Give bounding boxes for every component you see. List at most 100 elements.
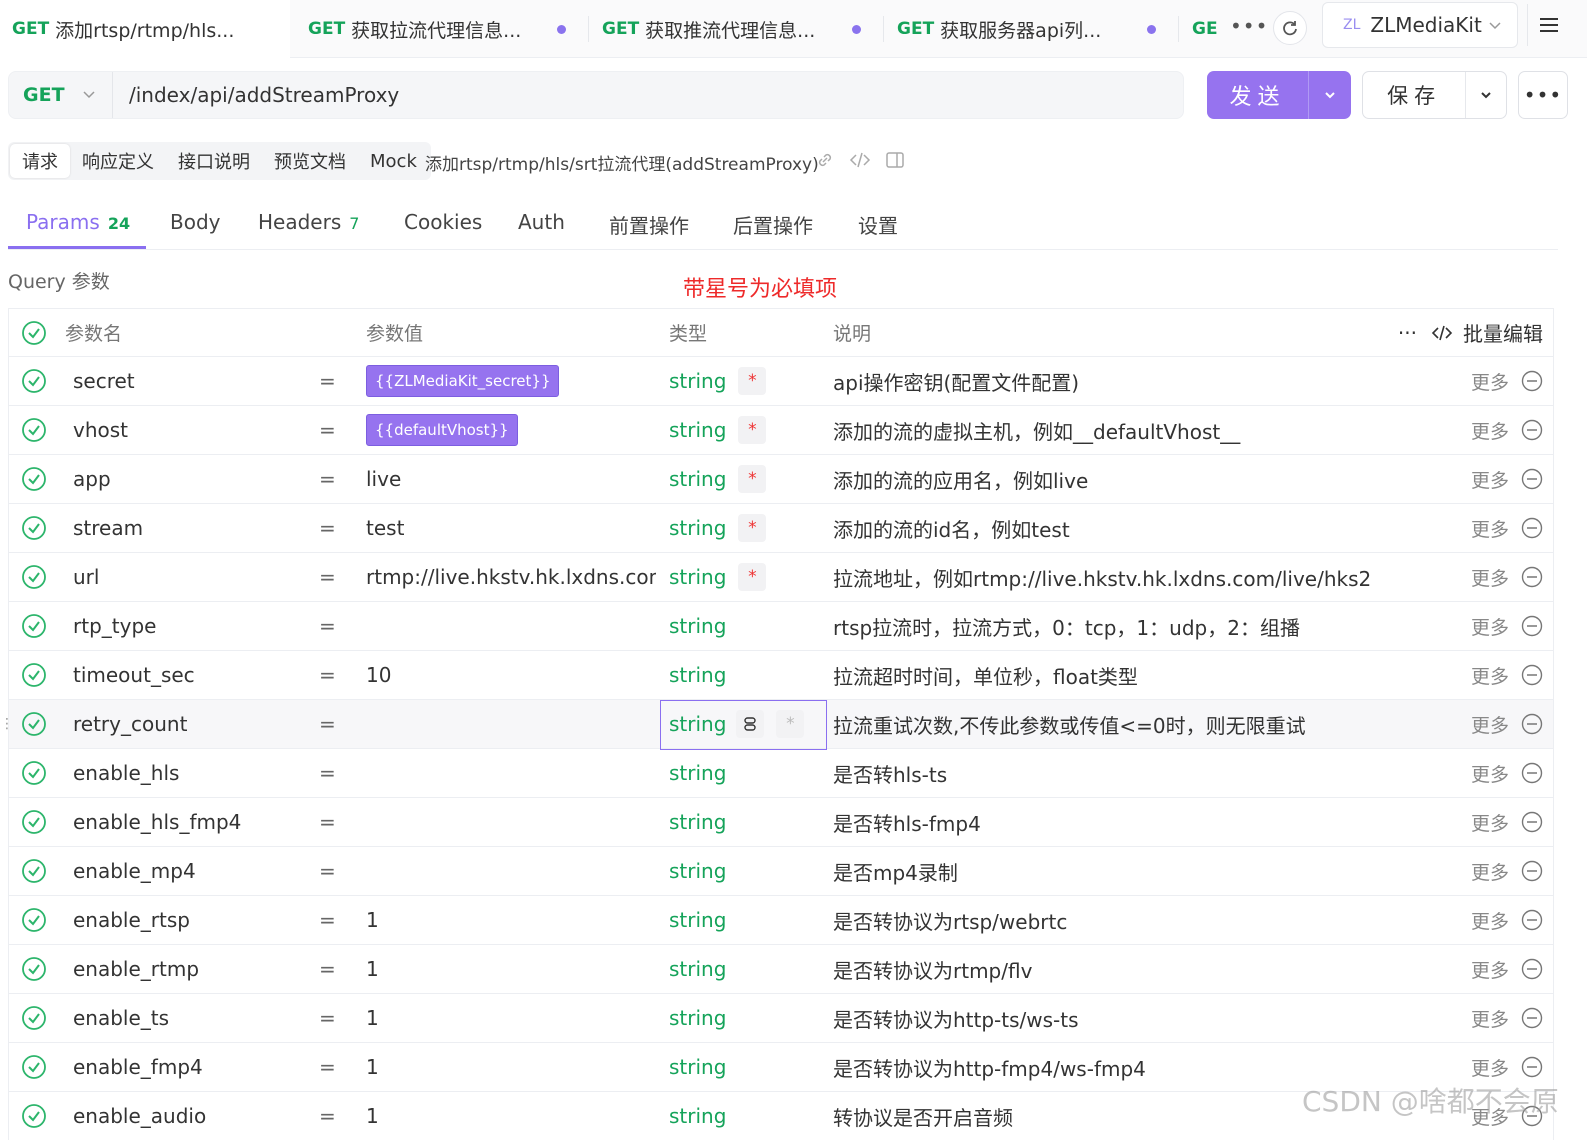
param-name[interactable]: enable_hls_fmp4 (73, 798, 313, 846)
param-name[interactable]: enable_rtsp (73, 896, 313, 944)
more-link[interactable]: 更多 (1471, 760, 1509, 787)
param-type-select[interactable]: string * (669, 455, 829, 503)
param-name[interactable]: enable_audio (73, 1092, 313, 1140)
param-value-input[interactable]: {{defaultVhost}} (366, 406, 656, 454)
link-icon[interactable] (736, 710, 765, 738)
send-dropdown-button[interactable] (1309, 71, 1351, 119)
tab-cookies[interactable]: Cookies (404, 210, 482, 234)
tab-body[interactable]: Body (170, 210, 221, 234)
param-name[interactable]: vhost (73, 406, 313, 454)
subtab-api-desc[interactable]: 接口说明 (166, 144, 262, 178)
more-link[interactable]: 更多 (1471, 1054, 1509, 1081)
param-name[interactable]: enable_ts (73, 994, 313, 1042)
url-input[interactable]: /index/api/addStreamProxy (129, 83, 399, 107)
required-toggle[interactable]: * (776, 710, 805, 738)
variable-tag[interactable]: {{defaultVhost}} (366, 414, 518, 446)
subtab-response-def[interactable]: 响应定义 (70, 144, 166, 178)
param-value-input[interactable]: test (366, 504, 656, 552)
column-settings-button[interactable]: ··· (1398, 321, 1417, 345)
param-value-input[interactable]: 1 (366, 1043, 656, 1091)
link-icon[interactable] (815, 150, 835, 170)
remove-circle-icon[interactable] (1521, 958, 1543, 980)
param-type-select[interactable]: string (669, 602, 829, 650)
remove-circle-icon[interactable] (1521, 419, 1543, 441)
required-star[interactable]: * (738, 416, 767, 444)
more-actions-button[interactable]: ••• (1518, 71, 1568, 119)
api-name[interactable]: 添加rtsp/rtmp/hls/srt拉流代理(addStreamProxy) (425, 150, 819, 175)
more-link[interactable]: 更多 (1471, 564, 1509, 591)
param-name[interactable]: stream (73, 504, 313, 552)
remove-circle-icon[interactable] (1521, 566, 1543, 588)
required-star[interactable]: * (738, 514, 767, 542)
required-star[interactable]: * (738, 563, 767, 591)
tab-settings[interactable]: 设置 (858, 210, 898, 239)
param-value-input[interactable] (366, 749, 656, 797)
tab-pre-actions[interactable]: 前置操作 (609, 210, 689, 239)
param-name[interactable]: enable_hls (73, 749, 313, 797)
param-enable-checkbox[interactable] (21, 406, 47, 454)
param-enable-checkbox[interactable] (21, 553, 47, 601)
param-name[interactable]: enable_mp4 (73, 847, 313, 895)
remove-circle-icon[interactable] (1521, 860, 1543, 882)
param-enable-checkbox[interactable] (21, 798, 47, 846)
param-type-select[interactable]: string * (669, 357, 829, 405)
param-description[interactable]: api操作密钥(配置文件配置) (833, 357, 1443, 405)
more-link[interactable]: 更多 (1471, 613, 1509, 640)
param-name[interactable]: enable_fmp4 (73, 1043, 313, 1091)
required-star[interactable]: * (738, 465, 767, 493)
drag-handle-icon[interactable]: ⋮ (0, 716, 14, 732)
param-value-input[interactable]: 1 (366, 1092, 656, 1140)
param-enable-checkbox[interactable] (21, 504, 47, 552)
more-link[interactable]: 更多 (1471, 809, 1509, 836)
param-enable-checkbox[interactable] (21, 651, 47, 699)
param-type-select[interactable]: string (669, 945, 829, 993)
param-description[interactable]: 拉流地址，例如rtmp://live.hkstv.hk.lxdns.com/li… (833, 553, 1443, 601)
param-description[interactable]: 添加的流的应用名，例如live (833, 455, 1443, 503)
tab-headers[interactable]: Headers 7 (258, 210, 359, 234)
request-tab-1[interactable]: GET 获取拉流代理信息... (294, 0, 586, 58)
tab-auth[interactable]: Auth (518, 210, 565, 234)
save-button[interactable]: 保存 (1362, 71, 1507, 119)
request-tab-0[interactable]: GET 添加rtsp/rtmp/hls... (0, 0, 290, 58)
param-enable-checkbox[interactable] (21, 1092, 47, 1140)
save-dropdown-button[interactable] (1466, 72, 1506, 118)
param-value-input[interactable]: 1 (366, 994, 656, 1042)
remove-circle-icon[interactable] (1521, 468, 1543, 490)
remove-circle-icon[interactable] (1521, 762, 1543, 784)
more-link[interactable]: 更多 (1471, 515, 1509, 542)
variable-tag[interactable]: {{ZLMediaKit_secret}} (366, 365, 560, 397)
param-value-input[interactable]: 1 (366, 945, 656, 993)
param-description[interactable]: 拉流重试次数,不传此参数或传值<=0时，则无限重试 (833, 700, 1443, 748)
param-enable-checkbox[interactable] (21, 700, 47, 748)
request-tab-2[interactable]: GET 获取推流代理信息... (589, 0, 881, 58)
param-description[interactable]: 拉流超时时间，单位秒，float类型 (833, 651, 1443, 699)
param-type-select[interactable]: string (669, 896, 829, 944)
param-type-select[interactable]: string (669, 994, 829, 1042)
param-value-input[interactable] (366, 700, 656, 748)
more-link[interactable]: 更多 (1471, 711, 1509, 738)
param-type-select[interactable]: string (669, 847, 829, 895)
remove-circle-icon[interactable] (1521, 713, 1543, 735)
param-enable-checkbox[interactable] (21, 455, 47, 503)
param-value-input[interactable] (366, 847, 656, 895)
method-select[interactable]: GET (9, 72, 113, 118)
param-name[interactable]: url (73, 553, 313, 601)
split-panel-icon[interactable] (885, 150, 905, 170)
param-type-select[interactable]: string * (669, 406, 829, 454)
more-link[interactable]: 更多 (1471, 662, 1509, 689)
param-description[interactable]: 是否转协议为rtsp/webrtc (833, 896, 1443, 944)
param-type-select[interactable]: string * (669, 553, 829, 601)
param-type-select[interactable]: string (669, 1092, 829, 1140)
param-name[interactable]: retry_count (73, 700, 313, 748)
tab-post-actions[interactable]: 后置操作 (733, 210, 813, 239)
param-enable-checkbox[interactable] (21, 602, 47, 650)
param-type-select[interactable]: string (669, 749, 829, 797)
request-tab-4[interactable]: GE (1180, 0, 1224, 58)
param-name[interactable]: app (73, 455, 313, 503)
tab-params[interactable]: Params 24 (26, 210, 130, 234)
remove-circle-icon[interactable] (1521, 909, 1543, 931)
remove-circle-icon[interactable] (1521, 615, 1543, 637)
param-description[interactable]: rtsp拉流时，拉流方式，0：tcp，1：udp，2：组播 (833, 602, 1443, 650)
param-type-select[interactable]: string (669, 1043, 829, 1091)
param-value-input[interactable]: live (366, 455, 656, 503)
